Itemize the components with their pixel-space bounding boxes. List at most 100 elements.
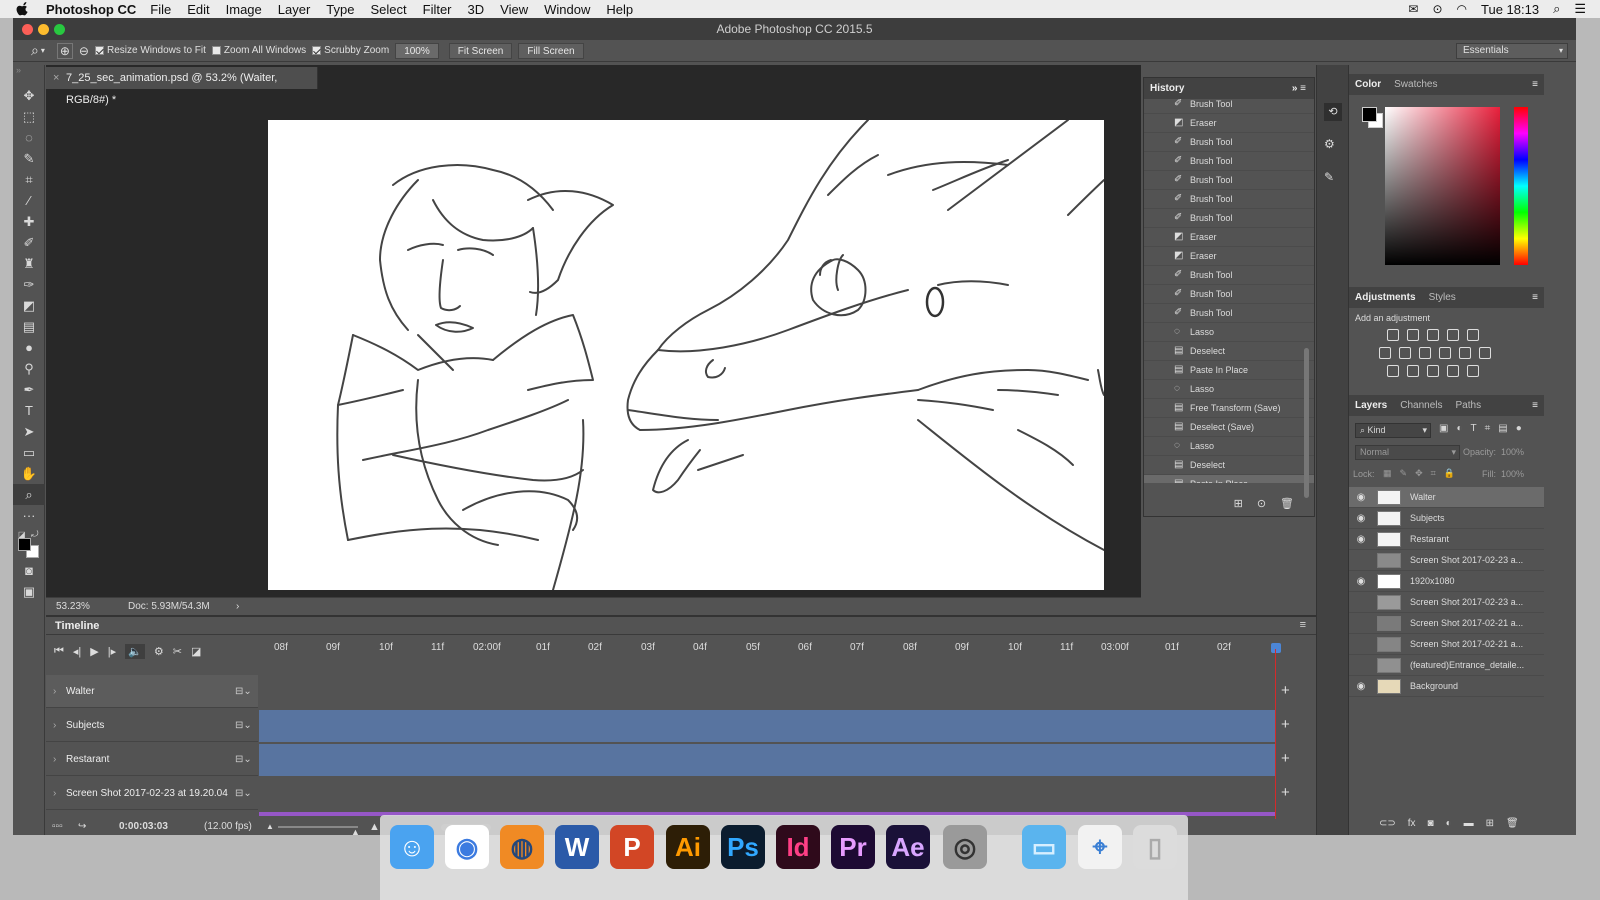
history-item[interactable]: ✐ Brush Tool — [1144, 152, 1314, 171]
zoom-all-windows-checkbox[interactable]: Zoom All Windows — [211, 45, 306, 56]
photo-filter-icon[interactable] — [1439, 347, 1451, 359]
new-layer-icon[interactable]: ⊞ — [1486, 818, 1494, 829]
link-layers-icon[interactable]: ⊂⊃ — [1379, 818, 1396, 829]
screenshot-dock-icon[interactable]: ◎ — [943, 825, 987, 869]
healing-brush-tool-icon[interactable]: ✚ — [13, 211, 45, 232]
history-item[interactable]: ◌ Lasso — [1144, 380, 1314, 399]
layer-row[interactable]: ◉ Background — [1349, 676, 1544, 697]
layers-tab[interactable]: Layers — [1355, 395, 1387, 416]
crop-tool-icon[interactable]: ⌗ — [13, 169, 45, 190]
film-icon[interactable]: ⊟⌄ — [235, 743, 252, 776]
vibrance-icon[interactable] — [1467, 329, 1479, 341]
panel-menu-icon[interactable]: ≡ — [1532, 395, 1538, 416]
exposure-icon[interactable] — [1447, 329, 1459, 341]
color-field[interactable] — [1385, 107, 1500, 265]
chevron-right-icon[interactable]: › — [236, 598, 239, 616]
more-tools-icon[interactable]: ··· — [13, 505, 45, 526]
zoom-in-mountain-icon[interactable]: ▲ — [369, 817, 380, 837]
layer-row[interactable]: Screen Shot 2017-02-23 a... — [1349, 550, 1544, 571]
lock-pixels-icon[interactable]: ✎ — [1400, 468, 1408, 479]
posterize-icon[interactable] — [1407, 365, 1419, 377]
properties-panel-icon[interactable]: ⚙ — [1324, 137, 1335, 151]
swap-colors-icon[interactable]: ⤾ — [31, 529, 39, 540]
document-tab[interactable]: × 7_25_sec_animation.psd @ 53.2% (Waiter… — [46, 67, 318, 106]
lock-all-icon[interactable]: 🔒 — [1444, 468, 1455, 479]
type-filter-icon[interactable]: T — [1471, 423, 1477, 434]
history-item[interactable]: ✐ Brush Tool — [1144, 171, 1314, 190]
chevron-right-icon[interactable]: › — [53, 777, 56, 810]
canvas[interactable] — [268, 119, 1105, 591]
hue-saturation-icon[interactable] — [1379, 347, 1391, 359]
current-timecode[interactable]: 0:00:03:03 — [119, 817, 168, 837]
new-group-folder-icon[interactable]: ▬ — [1464, 818, 1474, 829]
notification-icon[interactable]: ✉ — [1408, 2, 1418, 16]
menu-edit[interactable]: Edit — [187, 2, 209, 17]
track-bar-walter[interactable] — [259, 675, 1275, 707]
lock-position-icon[interactable]: ✥ — [1415, 468, 1423, 479]
webloc-dock-icon[interactable]: ⌖ — [1078, 825, 1122, 869]
marquee-tool-icon[interactable]: ⬚ — [13, 106, 45, 127]
split-scissors-icon[interactable]: ✂ — [173, 645, 182, 658]
collapse-toolbar-icon[interactable]: » — [13, 65, 44, 85]
clone-stamp-tool-icon[interactable]: ♜ — [13, 253, 45, 274]
add-media-icon[interactable]: + — [1281, 750, 1290, 767]
visibility-eye-icon[interactable]: ◉ — [1349, 492, 1373, 503]
menu-select[interactable]: Select — [370, 2, 406, 17]
layer-row[interactable]: Screen Shot 2017-02-23 a... — [1349, 592, 1544, 613]
history-item[interactable]: ✐ Brush Tool — [1144, 266, 1314, 285]
history-item[interactable]: ◌ Lasso — [1144, 437, 1314, 456]
layer-row[interactable]: Screen Shot 2017-02-21 a... — [1349, 613, 1544, 634]
quick-select-tool-icon[interactable]: ✎ — [13, 148, 45, 169]
film-icon[interactable]: ⊟⌄ — [235, 709, 252, 742]
doc-size[interactable]: Doc: 5.93M/54.3M — [128, 598, 210, 616]
scrubby-zoom-checkbox[interactable]: Scrubby Zoom — [312, 45, 389, 56]
layer-row[interactable]: ◉ 1920x1080 — [1349, 571, 1544, 592]
trash-icon[interactable]: 🗑 — [1280, 497, 1294, 510]
time-ruler[interactable]: 08f 09f 10f 11f 02:00f 01f 02f 03f 04f 0… — [258, 635, 1281, 661]
menu-type[interactable]: Type — [326, 2, 354, 17]
history-scrollbar[interactable] — [1304, 348, 1309, 498]
zoom-out-mountain-icon[interactable]: ▲ — [266, 817, 274, 837]
panel-menu-icon[interactable]: » ≡ — [1292, 78, 1306, 99]
film-icon[interactable]: ⊟⌄ — [235, 777, 252, 810]
layer-row[interactable]: ◉ Subjects — [1349, 508, 1544, 529]
history-item[interactable]: ✐ Brush Tool — [1144, 285, 1314, 304]
history-item[interactable]: ✐ Brush Tool — [1144, 209, 1314, 228]
lasso-tool-icon[interactable]: ◌ — [13, 127, 45, 148]
layer-row[interactable]: ◉ Restarant — [1349, 529, 1544, 550]
smart-object-filter-icon[interactable]: ▤ — [1498, 423, 1507, 434]
pen-tool-icon[interactable]: ✒ — [13, 379, 45, 400]
history-item[interactable]: ▤ Paste In Place — [1144, 475, 1314, 483]
powerpoint-dock-icon[interactable]: P — [610, 825, 654, 869]
chevron-right-icon[interactable]: › — [53, 743, 56, 776]
timeline-title[interactable]: Timeline — [46, 617, 1316, 635]
new-document-icon[interactable]: ⊞ — [1234, 497, 1243, 510]
add-media-icon[interactable]: + — [1281, 682, 1290, 699]
panel-menu-icon[interactable]: ≡ — [1532, 74, 1538, 95]
adjustments-tab[interactable]: Adjustments — [1355, 287, 1416, 308]
playhead-line[interactable] — [1275, 649, 1276, 819]
menu-filter[interactable]: Filter — [423, 2, 452, 17]
channels-tab[interactable]: Channels — [1400, 395, 1442, 416]
slider-thumb[interactable]: ▲ — [351, 822, 360, 842]
dodge-tool-icon[interactable]: ⚲ — [13, 358, 45, 379]
visibility-eye-icon[interactable]: ◉ — [1349, 681, 1373, 692]
chevron-right-icon[interactable]: › — [53, 675, 56, 708]
menu-image[interactable]: Image — [226, 2, 262, 17]
chevron-right-icon[interactable]: › — [53, 709, 56, 742]
word-dock-icon[interactable]: W — [555, 825, 599, 869]
menu-help[interactable]: Help — [606, 2, 633, 17]
play-icon[interactable]: ▶ — [90, 645, 98, 658]
visibility-eye-icon[interactable]: ◉ — [1349, 576, 1373, 587]
history-item[interactable]: ▤ Free Transform (Save) — [1144, 399, 1314, 418]
playhead-handle-icon[interactable] — [1271, 643, 1281, 653]
track-bar-screenshot[interactable] — [259, 778, 1275, 810]
hand-tool-icon[interactable]: ✋ — [13, 463, 45, 484]
history-item[interactable]: ▤ Deselect — [1144, 456, 1314, 475]
track-screenshot[interactable]: › Screen Shot 2017-02-23 at 19.20.04 ⊟⌄ — [46, 777, 258, 810]
opacity-value[interactable]: 100% — [1501, 447, 1524, 457]
firefox-dock-icon[interactable]: ◍ — [500, 825, 544, 869]
curves-icon[interactable] — [1427, 329, 1439, 341]
add-mask-icon[interactable]: ◙ — [1428, 818, 1434, 829]
history-panel-icon[interactable]: ⟲ — [1324, 103, 1342, 121]
